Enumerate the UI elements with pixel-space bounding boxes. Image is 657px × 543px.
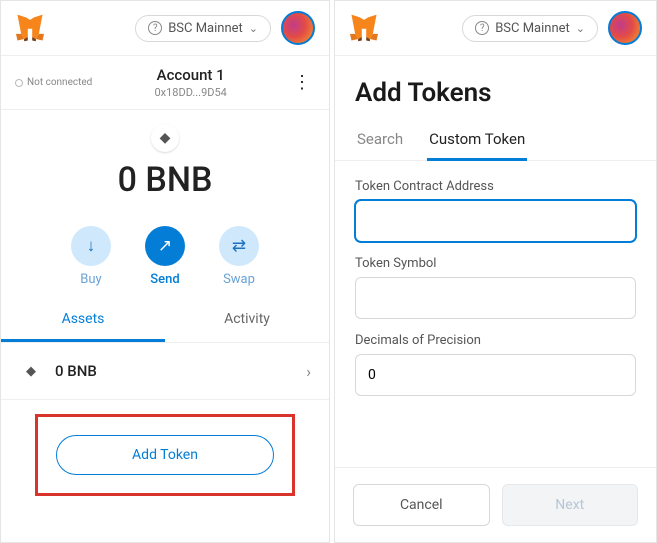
account-options-menu[interactable]: ⋮ xyxy=(289,72,315,93)
send-button[interactable]: ↗ Send xyxy=(145,226,185,287)
action-row: ↓ Buy ↗ Send ⇄ Swap xyxy=(1,208,329,299)
decimals-label: Decimals of Precision xyxy=(355,333,636,348)
tab-assets[interactable]: Assets xyxy=(1,299,165,342)
eth-diamond-icon: ◆ xyxy=(151,124,179,152)
contract-address-label: Token Contract Address xyxy=(355,179,636,194)
add-token-button[interactable]: Add Token xyxy=(56,435,274,475)
add-token-highlight: Add Token xyxy=(35,414,295,496)
balance-text: 0 BNB xyxy=(118,160,213,200)
contract-address-input[interactable] xyxy=(355,200,636,242)
metamask-fox-icon xyxy=(349,14,379,42)
cancel-button[interactable]: Cancel xyxy=(353,484,490,526)
token-symbol-input[interactable] xyxy=(355,277,636,319)
connection-status[interactable]: Not connected xyxy=(15,77,92,88)
connection-dot-icon xyxy=(15,79,23,87)
account-address: 0x18DD...9D54 xyxy=(92,86,289,99)
footer-buttons: Cancel Next xyxy=(335,467,656,542)
header-right: ? BSC Mainnet ⌄ xyxy=(462,11,642,45)
header-bar: ? BSC Mainnet ⌄ xyxy=(335,1,656,56)
chevron-down-icon: ⌄ xyxy=(249,22,258,35)
network-label: BSC Mainnet xyxy=(495,21,570,36)
page-title: Add Tokens xyxy=(335,56,656,120)
account-avatar[interactable] xyxy=(281,11,315,45)
contract-address-group: Token Contract Address xyxy=(355,179,636,242)
tab-search[interactable]: Search xyxy=(355,120,405,160)
wallet-main-panel: ? BSC Mainnet ⌄ Not connected Account 1 … xyxy=(0,0,330,543)
token-symbol-label: Token Symbol xyxy=(355,256,636,271)
balance-area: ◆ 0 BNB xyxy=(1,110,329,208)
download-icon: ↓ xyxy=(71,226,111,266)
network-label: BSC Mainnet xyxy=(168,21,243,36)
asset-balance-label: 0 BNB xyxy=(55,362,97,380)
metamask-fox-icon xyxy=(15,14,45,42)
account-name: Account 1 xyxy=(92,66,289,84)
network-selector[interactable]: ? BSC Mainnet ⌄ xyxy=(135,15,271,42)
buy-button[interactable]: ↓ Buy xyxy=(71,226,111,287)
add-tokens-panel: ? BSC Mainnet ⌄ Add Tokens Search Custom… xyxy=(334,0,657,543)
header-bar: ? BSC Mainnet ⌄ xyxy=(1,1,329,56)
decimals-group: Decimals of Precision xyxy=(355,333,636,396)
network-selector[interactable]: ? BSC Mainnet ⌄ xyxy=(462,15,598,42)
next-button[interactable]: Next xyxy=(502,484,639,526)
tabs-bar: Assets Activity xyxy=(1,299,329,343)
add-token-tabs: Search Custom Token xyxy=(335,120,656,161)
arrow-upright-icon: ↗ xyxy=(145,226,185,266)
decimals-input[interactable] xyxy=(355,354,636,396)
asset-row-bnb[interactable]: ◆ 0 BNB › xyxy=(1,343,329,400)
account-avatar[interactable] xyxy=(608,11,642,45)
eth-diamond-icon: ◆ xyxy=(19,359,43,383)
question-icon: ? xyxy=(148,21,162,35)
tab-custom-token[interactable]: Custom Token xyxy=(427,120,527,161)
header-right: ? BSC Mainnet ⌄ xyxy=(135,11,315,45)
chevron-right-icon: › xyxy=(306,362,311,381)
tab-activity[interactable]: Activity xyxy=(165,299,329,342)
question-icon: ? xyxy=(475,21,489,35)
custom-token-form: Token Contract Address Token Symbol Deci… xyxy=(335,161,656,467)
account-row: Not connected Account 1 0x18DD...9D54 ⋮ xyxy=(1,56,329,110)
account-info[interactable]: Account 1 0x18DD...9D54 xyxy=(92,66,289,99)
swap-button[interactable]: ⇄ Swap xyxy=(219,226,259,287)
chevron-down-icon: ⌄ xyxy=(576,22,585,35)
token-symbol-group: Token Symbol xyxy=(355,256,636,319)
swap-icon: ⇄ xyxy=(219,226,259,266)
